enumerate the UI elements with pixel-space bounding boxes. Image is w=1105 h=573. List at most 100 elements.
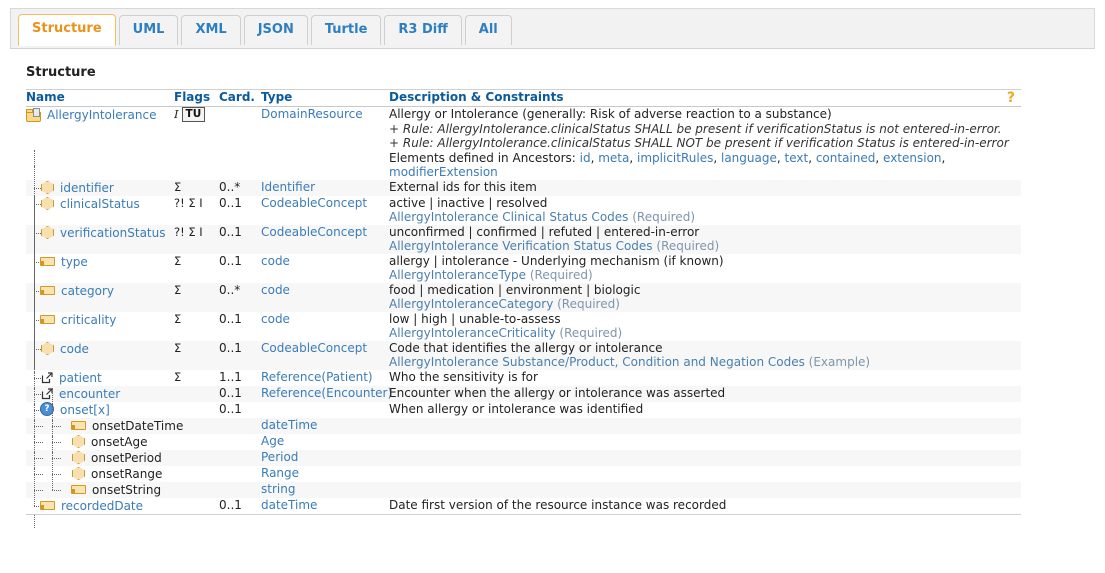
tree-guide <box>26 165 43 242</box>
binding-strength[interactable]: (Required) <box>656 239 719 253</box>
binding-line: AllergyIntolerance Clinical Status Codes… <box>389 210 1021 225</box>
page-title: Structure <box>26 65 96 80</box>
type-link[interactable]: Identifier <box>261 180 315 194</box>
column-header-name[interactable]: Name <box>26 90 174 107</box>
cell-cardinality: 0..1 <box>219 401 261 418</box>
description-text: food | medication | environment | biolog… <box>389 282 641 297</box>
ancestor-link[interactable]: meta <box>598 151 629 165</box>
type-link[interactable]: code <box>261 254 290 268</box>
ancestors-label: Elements defined in Ancestors: <box>389 150 576 165</box>
binding-strength[interactable]: (Required) <box>530 268 593 282</box>
type-target-link[interactable]: Patient <box>326 370 368 384</box>
cell-flags: ?! Σ I <box>174 224 219 254</box>
cell-type: Range <box>261 465 389 482</box>
type-link[interactable]: string <box>261 482 295 496</box>
ancestor-link[interactable]: language <box>721 151 777 165</box>
ancestor-link[interactable]: extension <box>883 151 942 165</box>
tab-structure[interactable]: Structure <box>18 14 116 46</box>
binding-strength[interactable]: (Required) <box>632 210 695 224</box>
cell-flags <box>174 449 219 466</box>
binding-strength[interactable]: (Required) <box>557 297 620 311</box>
ancestor-link[interactable]: contained <box>816 151 876 165</box>
cell-cardinality <box>219 433 261 450</box>
help-icon[interactable]: ? <box>1007 90 1015 106</box>
cell-cardinality: 0..* <box>219 179 261 196</box>
element-name[interactable]: encounter <box>59 387 120 401</box>
tab-json[interactable]: JSON <box>243 15 308 45</box>
cell-type: Age <box>261 433 389 450</box>
ancestor-link[interactable]: id <box>580 151 591 165</box>
cell-type: code <box>261 311 389 341</box>
type-link[interactable]: Age <box>261 434 284 448</box>
cell-name: AllergyIntolerance <box>26 106 174 180</box>
type-link[interactable]: DomainResource <box>261 107 363 121</box>
table-header-row: Name Flags Card. Type ? Description & Co… <box>26 90 1021 107</box>
tab-all[interactable]: All <box>464 15 512 45</box>
cell-description: food | medication | environment | biolog… <box>389 282 1021 312</box>
column-header-type[interactable]: Type <box>261 90 389 107</box>
column-header-flags[interactable]: Flags <box>174 90 219 107</box>
element-name[interactable]: code <box>60 342 89 356</box>
ancestor-link[interactable]: modifierExtension <box>389 165 498 179</box>
element-name[interactable]: onset[x] <box>60 403 110 417</box>
status-badge[interactable]: TU <box>181 107 206 122</box>
flag-text: Σ <box>174 369 182 384</box>
tab-r3-diff[interactable]: R3 Diff <box>384 15 462 45</box>
cell-flags: ?! Σ I <box>174 195 219 225</box>
binding-link[interactable]: AllergyIntoleranceType <box>389 268 526 282</box>
column-header-description[interactable]: ? Description & Constraints <box>389 90 1021 107</box>
element-name[interactable]: onsetRange <box>91 467 162 481</box>
tree-guide <box>26 339 43 416</box>
type-link[interactable]: CodeableConcept <box>261 341 367 355</box>
element-name[interactable]: identifier <box>60 181 114 195</box>
binding-link[interactable]: AllergyIntoleranceCategory <box>389 297 553 311</box>
cell-description <box>389 433 1021 450</box>
element-name[interactable]: onsetDateTime <box>92 419 183 433</box>
element-name[interactable]: clinicalStatus <box>60 197 140 211</box>
element-name[interactable]: verificationStatus <box>60 226 166 240</box>
column-header-card[interactable]: Card. <box>219 90 261 107</box>
type-link[interactable]: dateTime <box>261 418 317 432</box>
description-text: Date first version of the resource insta… <box>389 497 727 512</box>
element-name[interactable]: patient <box>59 371 102 385</box>
cell-name: category <box>26 252 174 329</box>
type-target-link[interactable]: Encounter <box>326 386 387 400</box>
element-name[interactable]: onsetAge <box>91 435 148 449</box>
type-link[interactable]: Range <box>261 466 299 480</box>
element-name[interactable]: onsetPeriod <box>91 451 162 465</box>
binding-link[interactable]: AllergyIntolerance Clinical Status Codes <box>389 210 628 224</box>
type-link[interactable]: code <box>261 312 290 326</box>
tab-turtle[interactable]: Turtle <box>310 15 382 45</box>
element-name[interactable]: category <box>61 284 114 298</box>
cell-name: recordedDate <box>26 467 174 514</box>
tab-xml[interactable]: XML <box>181 15 241 45</box>
binding-strength[interactable]: (Example) <box>809 355 870 369</box>
type-link[interactable]: code <box>261 283 290 297</box>
tree-guide <box>40 435 71 512</box>
type-link[interactable]: Reference( <box>261 370 326 384</box>
binding-link[interactable]: AllergyIntolerance Substance/Product, Co… <box>389 355 805 369</box>
cell-flags: Σ <box>174 253 219 283</box>
table-row: identifier Σ 0..* Identifier External ids fo… <box>26 149 1021 226</box>
cell-description: Code that identifies the allergy or into… <box>389 340 1021 370</box>
binding-link[interactable]: AllergyIntolerance Verification Status C… <box>389 239 653 253</box>
element-name[interactable]: AllergyIntolerance <box>47 108 156 122</box>
element-name[interactable]: type <box>61 255 88 269</box>
element-name[interactable]: criticality <box>61 313 116 327</box>
type-link[interactable]: Period <box>261 450 298 464</box>
element-name[interactable]: recordedDate <box>61 499 143 513</box>
ancestor-link[interactable]: implicitRules <box>637 151 713 165</box>
type-link[interactable]: CodeableConcept <box>261 196 367 210</box>
cell-description <box>389 465 1021 482</box>
cell-description: allergy | intolerance - Underlying mecha… <box>389 253 1021 283</box>
tab-uml[interactable]: UML <box>118 15 179 45</box>
type-link[interactable]: CodeableConcept <box>261 225 367 239</box>
type-link[interactable]: dateTime <box>261 498 317 512</box>
ancestor-link[interactable]: text <box>785 151 809 165</box>
element-name[interactable]: onsetString <box>92 483 161 497</box>
binding-strength[interactable]: (Required) <box>559 326 622 340</box>
type-link[interactable]: Reference( <box>261 386 326 400</box>
binding-link[interactable]: AllergyIntoleranceCriticality <box>389 326 556 340</box>
cell-description <box>389 417 1021 434</box>
flag-text: Σ <box>174 340 182 355</box>
